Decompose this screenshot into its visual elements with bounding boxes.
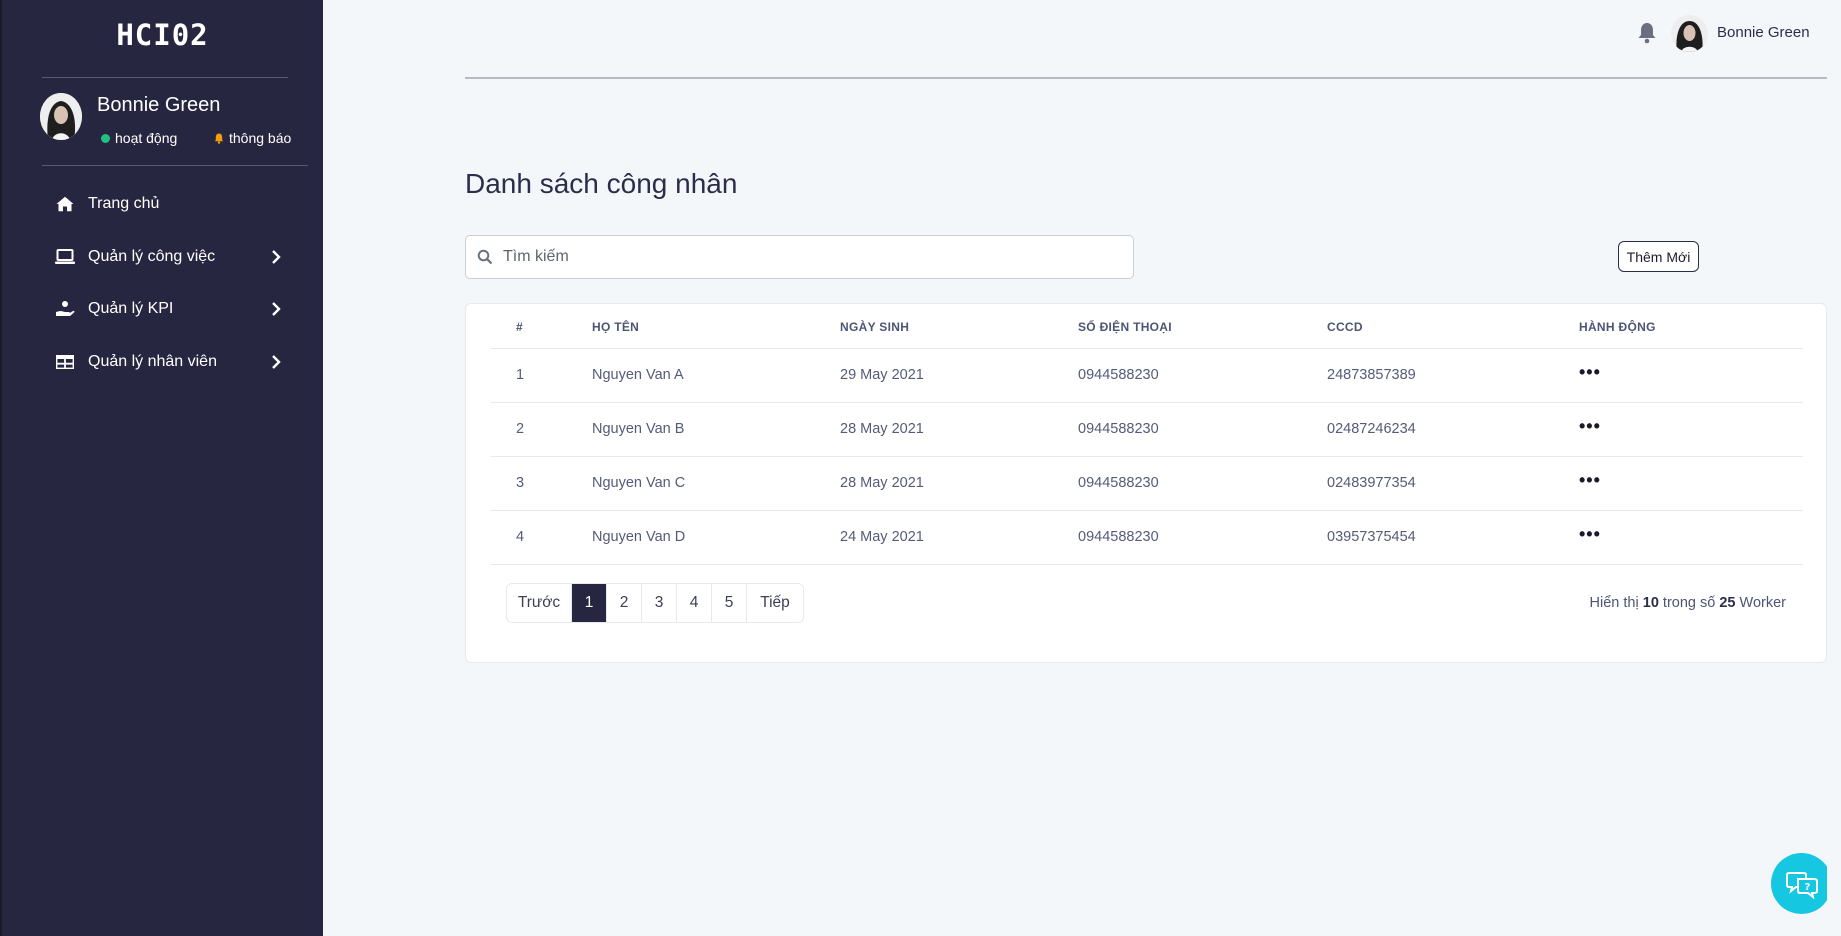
sidebar-item-work[interactable]: Quản lý công việc (54, 241, 284, 273)
cell-cccd: 02483977354 (1327, 456, 1579, 511)
cell-phone: 0944588230 (1078, 348, 1327, 403)
window-edge (1827, 0, 1841, 936)
sidebar-divider (42, 165, 308, 166)
sidebar-item-label: Quản lý KPI (88, 300, 174, 317)
profile-avatar[interactable] (40, 93, 82, 140)
more-actions-icon[interactable]: ••• (1579, 416, 1601, 436)
cell-phone: 0944588230 (1078, 510, 1327, 565)
pagination-page-4[interactable]: 4 (677, 584, 712, 622)
summary-prefix: Hiển thị (1589, 595, 1639, 611)
cell-name: Nguyen Van B (592, 402, 840, 457)
cell-dob: 28 May 2021 (840, 402, 1078, 457)
chat-help-icon: ? (1785, 871, 1818, 899)
cell-name: Nguyen Van A (592, 348, 840, 403)
app-logo[interactable]: HCI02 (2, 18, 323, 52)
online-dot-icon (101, 133, 110, 143)
sidebar: HCI02 Bonnie Green hoạt động thông báo T… (0, 0, 323, 936)
user-name[interactable]: Bonnie Green (1717, 24, 1810, 41)
table-row[interactable]: 1 Nguyen Van A 29 May 2021 0944588230 24… (491, 348, 1803, 403)
sidebar-divider (42, 77, 288, 78)
cell-name: Nguyen Van D (592, 510, 840, 565)
column-header-name[interactable]: HỌ TÊN (592, 304, 840, 349)
cell-dob: 24 May 2021 (840, 510, 1078, 565)
sidebar-item-kpi[interactable]: Quản lý KPI (54, 293, 284, 325)
summary-suffix: Worker (1739, 595, 1786, 611)
summary-shown: 10 (1642, 595, 1659, 611)
cell-dob: 28 May 2021 (840, 456, 1078, 511)
cell-no: 3 (491, 456, 592, 511)
cell-no: 1 (491, 348, 592, 403)
cell-dob: 29 May 2021 (840, 348, 1078, 403)
sidebar-item-label: Quản lý công việc (88, 248, 216, 265)
summary-middle: trong số (1662, 595, 1716, 611)
status-online: hoạt động (101, 130, 177, 146)
status-notify-label: thông báo (229, 130, 292, 146)
pagination-page-3[interactable]: 3 (642, 584, 677, 622)
cell-cccd: 24873857389 (1327, 348, 1579, 403)
more-actions-icon[interactable]: ••• (1579, 362, 1601, 382)
summary-total: 25 (1719, 595, 1736, 611)
laptop-icon (54, 246, 76, 268)
table-header-row: # HỌ TÊN NGÀY SINH SỐ ĐIỆN THOẠI CCCD HÀ… (491, 304, 1803, 349)
cell-phone: 0944588230 (1078, 456, 1327, 511)
notification-bell-icon[interactable] (1637, 22, 1657, 44)
worker-table: # HỌ TÊN NGÀY SINH SỐ ĐIỆN THOẠI CCCD HÀ… (491, 304, 1803, 565)
cell-no: 4 (491, 510, 592, 565)
column-header-phone[interactable]: SỐ ĐIỆN THOẠI (1078, 304, 1327, 349)
status-notify[interactable]: thông báo (214, 130, 291, 146)
table-row[interactable]: 2 Nguyen Van B 28 May 2021 0944588230 02… (491, 402, 1803, 457)
chat-support-button[interactable]: ? (1771, 853, 1832, 914)
table-icon (54, 351, 76, 373)
chevron-right-icon (272, 302, 281, 316)
search-box[interactable] (465, 235, 1134, 279)
more-actions-icon[interactable]: ••• (1579, 524, 1601, 544)
search-input[interactable] (503, 248, 1103, 266)
sidebar-item-employees[interactable]: Quản lý nhân viên (54, 346, 284, 378)
worker-table-card: # HỌ TÊN NGÀY SINH SỐ ĐIỆN THOẠI CCCD HÀ… (465, 303, 1827, 663)
add-new-button[interactable]: Thêm Mới (1618, 241, 1699, 272)
hand-coin-icon (54, 298, 76, 320)
chevron-right-icon (272, 250, 281, 264)
table-row[interactable]: 4 Nguyen Van D 24 May 2021 0944588230 03… (491, 510, 1803, 565)
column-header-dob[interactable]: NGÀY SINH (840, 304, 1078, 349)
chevron-right-icon (272, 355, 281, 369)
column-header-no[interactable]: # (491, 304, 592, 349)
table-row[interactable]: 3 Nguyen Van C 28 May 2021 0944588230 02… (491, 456, 1803, 511)
pagination: Trước 1 2 3 4 5 Tiếp (506, 583, 804, 623)
cell-cccd: 02487246234 (1327, 402, 1579, 457)
pagination-prev-button[interactable]: Trước (507, 584, 572, 622)
status-online-label: hoạt động (115, 130, 178, 146)
header-divider (465, 77, 1827, 79)
cell-no: 2 (491, 402, 592, 457)
column-header-action: HÀNH ĐỘNG (1579, 304, 1803, 349)
pagination-summary: Hiển thị 10 trong số 25 Worker (1590, 595, 1786, 611)
column-header-cccd[interactable]: CCCD (1327, 304, 1579, 349)
sidebar-item-home[interactable]: Trang chủ (54, 188, 284, 220)
profile-name: Bonnie Green (97, 94, 221, 116)
page-title: Danh sách công nhân (465, 168, 738, 199)
cell-cccd: 03957375454 (1327, 510, 1579, 565)
pagination-page-5[interactable]: 5 (712, 584, 747, 622)
cell-name: Nguyen Van C (592, 456, 840, 511)
bell-small-icon (214, 133, 224, 144)
search-icon (477, 249, 493, 265)
pagination-page-2[interactable]: 2 (607, 584, 642, 622)
pagination-next-button[interactable]: Tiếp (747, 584, 803, 622)
pagination-page-1[interactable]: 1 (572, 584, 607, 622)
more-actions-icon[interactable]: ••• (1579, 470, 1601, 490)
home-icon (54, 193, 76, 215)
svg-text:?: ? (1804, 882, 1810, 893)
sidebar-item-label: Trang chủ (88, 195, 160, 212)
cell-phone: 0944588230 (1078, 402, 1327, 457)
user-avatar[interactable] (1671, 15, 1708, 52)
sidebar-item-label: Quản lý nhân viên (88, 353, 217, 370)
